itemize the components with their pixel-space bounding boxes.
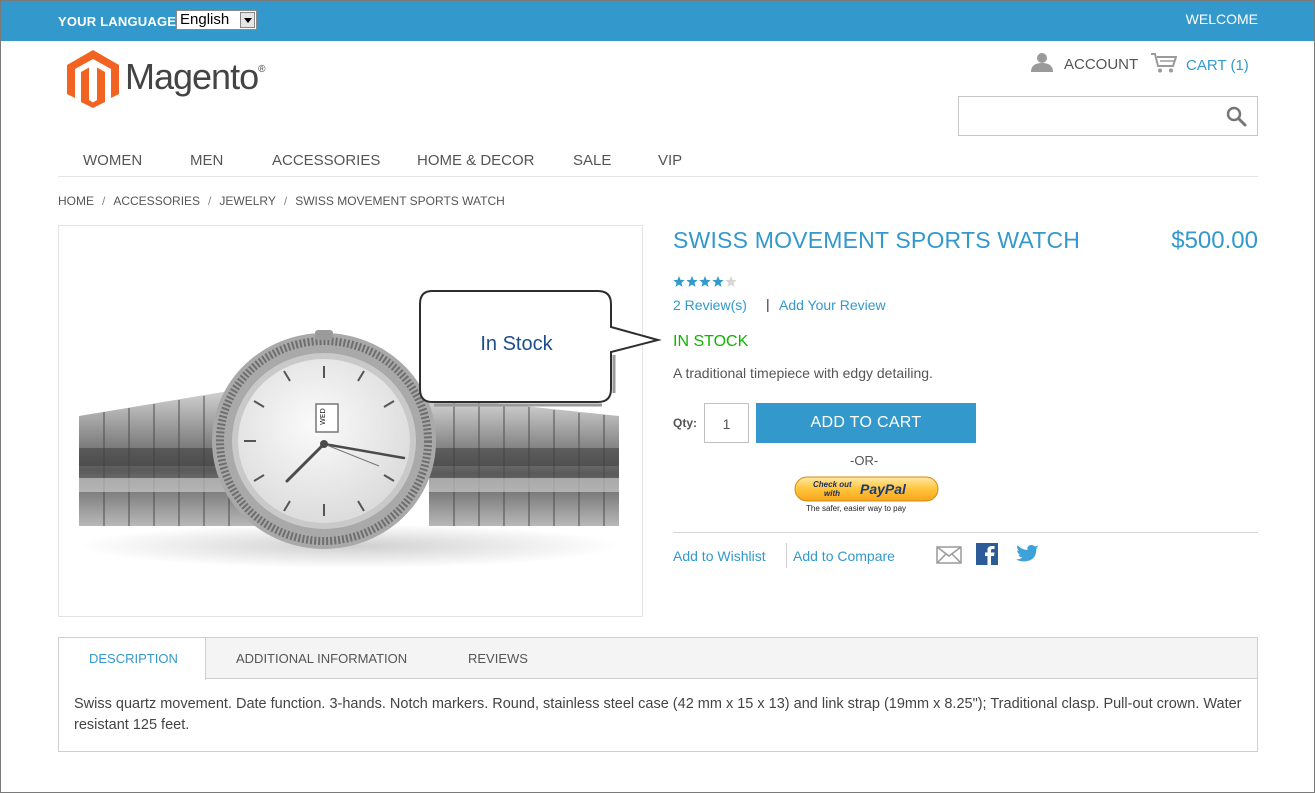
search-icon[interactable] bbox=[1226, 106, 1247, 132]
add-review-link[interactable]: Add Your Review bbox=[779, 297, 886, 313]
reviews-separator: | bbox=[766, 296, 770, 312]
rating-stars bbox=[673, 275, 743, 294]
add-to-compare-link[interactable]: Add to Compare bbox=[793, 548, 895, 564]
product-image[interactable]: WED bbox=[58, 225, 643, 617]
language-label: YOUR LANGUAGE: bbox=[58, 14, 181, 29]
star-icon bbox=[673, 276, 685, 287]
link-separator bbox=[786, 543, 787, 568]
email-icon[interactable] bbox=[936, 546, 962, 569]
search-input[interactable] bbox=[958, 96, 1258, 136]
welcome-message: WELCOME bbox=[1185, 11, 1258, 27]
product-tabs: DESCRIPTION ADDITIONAL INFORMATION REVIE… bbox=[58, 637, 1258, 752]
magento-logo-icon[interactable] bbox=[67, 50, 119, 113]
paypal-line2: with bbox=[824, 489, 840, 498]
divider bbox=[673, 532, 1258, 533]
star-icon bbox=[712, 276, 724, 287]
breadcrumb-home[interactable]: HOME bbox=[58, 194, 94, 208]
short-description: A traditional timepiece with edgy detail… bbox=[673, 365, 933, 381]
star-icon bbox=[725, 276, 737, 287]
qty-input[interactable]: 1 bbox=[704, 403, 749, 443]
account-label: ACCOUNT bbox=[1064, 56, 1139, 73]
callout-text: In Stock bbox=[480, 333, 553, 355]
top-bar: YOUR LANGUAGE: English WELCOME bbox=[0, 0, 1315, 41]
qty-label: Qty: bbox=[673, 416, 697, 430]
language-select-value: English bbox=[180, 11, 230, 28]
add-to-wishlist-link[interactable]: Add to Wishlist bbox=[673, 548, 766, 564]
tab-reviews[interactable]: REVIEWS bbox=[468, 638, 528, 679]
product-name: SWISS MOVEMENT SPORTS WATCH bbox=[673, 227, 1081, 253]
logo-registered-mark: ® bbox=[258, 64, 265, 75]
tab-additional-information[interactable]: ADDITIONAL INFORMATION bbox=[236, 638, 407, 679]
user-icon bbox=[1030, 52, 1054, 77]
nav-item-home-decor[interactable]: HOME & DECOR bbox=[417, 152, 535, 169]
nav-item-men[interactable]: MEN bbox=[190, 152, 223, 169]
nav-item-vip[interactable]: VIP bbox=[658, 152, 682, 169]
cart-label: CART (1) bbox=[1186, 57, 1249, 74]
breadcrumb: HOME / ACCESSORIES / JEWELRY / SWISS MOVEMENT … bbox=[58, 194, 505, 208]
paypal-line1: Check out bbox=[813, 480, 852, 489]
site-logo[interactable]: Magento® bbox=[125, 56, 266, 98]
reviews-link[interactable]: 2 Review(s) bbox=[673, 297, 747, 313]
nav-item-accessories[interactable]: ACCESSORIES bbox=[272, 152, 380, 169]
stock-status: IN STOCK bbox=[673, 333, 749, 350]
paypal-tagline: The safer, easier way to pay bbox=[806, 504, 907, 513]
tab-description[interactable]: DESCRIPTION bbox=[59, 638, 206, 680]
or-label: -OR- bbox=[850, 453, 879, 468]
breadcrumb-current: SWISS MOVEMENT SPORTS WATCH bbox=[295, 194, 505, 208]
main-nav: WOMEN MEN ACCESSORIES HOME & DECOR SALE … bbox=[58, 150, 1258, 177]
account-link[interactable]: ACCOUNT bbox=[1030, 52, 1138, 77]
star-icon bbox=[699, 276, 711, 287]
language-select[interactable]: English bbox=[176, 10, 257, 30]
watch-day-label: WED bbox=[319, 408, 327, 425]
add-to-cart-button[interactable]: ADD TO CART bbox=[756, 403, 976, 443]
twitter-icon[interactable] bbox=[1016, 544, 1040, 569]
cart-icon bbox=[1150, 52, 1178, 79]
nav-item-sale[interactable]: SALE bbox=[573, 152, 611, 169]
nav-item-women[interactable]: WOMEN bbox=[83, 152, 142, 169]
cart-link[interactable]: CART (1) bbox=[1150, 52, 1249, 79]
product-price: $500.00 bbox=[1171, 227, 1258, 254]
tab-content-description: Swiss quartz movement. Date function. 3-… bbox=[74, 696, 1242, 733]
facebook-icon[interactable] bbox=[976, 543, 998, 570]
tab-bar: DESCRIPTION ADDITIONAL INFORMATION REVIE… bbox=[59, 638, 1257, 680]
chevron-down-icon bbox=[240, 12, 255, 28]
star-icon bbox=[686, 276, 698, 287]
breadcrumb-accessories[interactable]: ACCESSORIES bbox=[113, 194, 200, 208]
breadcrumb-jewelry[interactable]: JEWELRY bbox=[219, 194, 275, 208]
paypal-brand: PayPal bbox=[860, 481, 907, 497]
logo-text: Magento bbox=[125, 56, 259, 97]
